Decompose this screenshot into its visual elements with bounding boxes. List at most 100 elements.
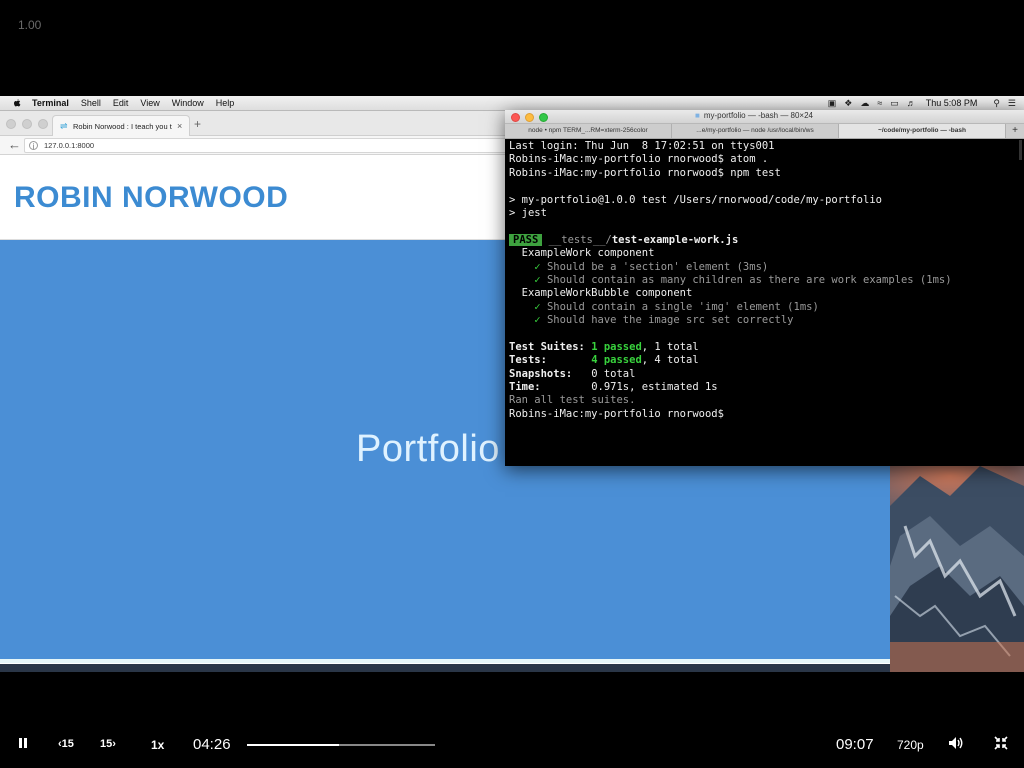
menu-bar-status-area: ▣ ❖ ☁ ≈ ▭ ♬ Thu 5:08 PM ⚲ ☰ xyxy=(820,96,1016,110)
close-tab-icon[interactable]: × xyxy=(177,121,182,131)
terminal-tab-npm[interactable]: node • npm TERM_...RM=xterm-256color xyxy=(505,124,672,138)
current-time: 04:26 xyxy=(193,736,231,753)
volume-icon[interactable] xyxy=(948,736,964,750)
test-file: test-example-work.js xyxy=(611,233,739,246)
skip-back-label: 15 xyxy=(61,738,74,750)
terminal-window-controls xyxy=(511,113,548,122)
minimize-window-icon[interactable] xyxy=(22,119,32,129)
skip-forward-button[interactable]: 15› xyxy=(100,738,116,750)
pass-badge: PASS xyxy=(509,233,543,246)
summary-label: Tests: xyxy=(509,354,592,367)
test-case: ✓ Should contain as many children as the… xyxy=(509,274,1019,287)
menu-window[interactable]: Window xyxy=(172,98,204,108)
new-terminal-tab-icon[interactable]: + xyxy=(1006,124,1024,138)
site-info-icon[interactable]: i xyxy=(29,141,38,151)
close-window-icon[interactable] xyxy=(511,113,520,122)
terminal-tab-bash[interactable]: ~/code/my-portfolio — -bash xyxy=(839,124,1006,138)
mac-menu-bar: Terminal Shell Edit View Window Help ▣ ❖… xyxy=(0,96,1024,111)
folder-icon: ■ xyxy=(695,111,700,120)
back-arrow-icon[interactable]: ← xyxy=(8,137,21,152)
browser-tab-title: Robin Norwood : I teach you t xyxy=(73,121,172,131)
exit-fullscreen-icon[interactable] xyxy=(994,736,1008,750)
airplay-icon[interactable]: ▭ xyxy=(890,98,899,109)
site-favicon-icon: ⇌ xyxy=(60,120,68,131)
playback-speed-button[interactable]: 1x xyxy=(151,738,164,752)
terminal-title-text: my-portfolio — -bash — 80×24 xyxy=(703,111,814,120)
hero-bottom-bar xyxy=(0,659,890,663)
menu-shell[interactable]: Shell xyxy=(81,98,101,108)
check-icon: ✓ xyxy=(534,260,541,273)
hero-title: Portfolio xyxy=(356,428,500,470)
volume-menu-icon[interactable]: ♬ xyxy=(907,98,916,108)
duration: 09:07 xyxy=(836,736,874,753)
test-file-result: PASS __tests__/test-example-work.js xyxy=(509,233,1019,247)
zoom-window-icon[interactable] xyxy=(539,113,548,122)
terminal-scrollbar[interactable] xyxy=(1019,140,1022,160)
summary-time: Time: 0.971s, estimated 1s xyxy=(509,381,1019,394)
terminal-line: Robins-iMac:my-portfolio rnorwood$ atom … xyxy=(509,153,769,166)
test-case: ✓ Should have the image src set correctl… xyxy=(509,314,1019,327)
test-case-text: Should be a 'section' element (3ms) xyxy=(546,260,769,273)
test-case-text: Should have the image src set correctly xyxy=(546,314,794,327)
test-case: ✓ Should be a 'section' element (3ms) xyxy=(509,261,1019,274)
quality-button[interactable]: 720p xyxy=(897,738,924,752)
menu-help[interactable]: Help xyxy=(216,98,235,108)
apple-icon[interactable] xyxy=(12,98,22,108)
new-tab-icon[interactable]: + xyxy=(194,117,201,131)
test-case: ✓ Should contain a single 'img' element … xyxy=(509,301,1019,314)
pause-icon[interactable] xyxy=(18,738,28,748)
summary-label: Test Suites: xyxy=(509,340,592,353)
summary-label: Snapshots: xyxy=(509,367,592,380)
notification-center-icon[interactable]: ☰ xyxy=(1008,98,1016,109)
skip-back-button[interactable]: ‹15 xyxy=(58,738,74,750)
terminal-window-title: ■ my-portfolio — -bash — 80×24 xyxy=(695,111,813,120)
site-name-heading[interactable]: ROBIN NORWOOD xyxy=(14,181,288,215)
terminal-line: Robins-iMac:my-portfolio rnorwood$ npm t… xyxy=(509,166,781,179)
ran-all-suites: Ran all test suites. xyxy=(509,394,636,407)
progress-bar[interactable] xyxy=(247,744,435,746)
address-bar-url: 127.0.0.1:8000 xyxy=(44,141,95,150)
terminal-window[interactable]: ■ my-portfolio — -bash — 80×24 node • npm… xyxy=(505,110,1024,466)
spotlight-search-icon[interactable]: ⚲ xyxy=(993,98,1000,109)
close-window-icon[interactable] xyxy=(6,119,16,129)
video-frame[interactable]: Terminal Shell Edit View Window Help ▣ ❖… xyxy=(0,96,1024,672)
screen-record-icon[interactable]: ▣ xyxy=(828,98,837,109)
menu-view[interactable]: View xyxy=(140,98,159,108)
terminal-output[interactable]: Last login: Thu Jun 8 17:02:51 on ttys00… xyxy=(509,140,1019,460)
menu-bar-clock[interactable]: Thu 5:08 PM xyxy=(926,98,978,108)
terminal-line: > jest xyxy=(509,206,547,219)
terminal-tab-bar: node • npm TERM_...RM=xterm-256color ...… xyxy=(505,124,1024,139)
summary-total: , 4 total xyxy=(641,354,699,367)
summary-snapshots: Snapshots: 0 total xyxy=(509,368,1019,381)
summary-label: Time: xyxy=(509,381,592,394)
test-suite-name: ExampleWorkBubble component xyxy=(509,287,693,300)
dropbox-icon[interactable]: ❖ xyxy=(844,98,852,109)
terminal-tab-ws[interactable]: ...e/my-portfolio — node /usr/local/bin/… xyxy=(672,124,839,138)
mountain-wallpaper-art xyxy=(890,466,1024,672)
cloud-icon[interactable]: ☁ xyxy=(860,98,869,109)
test-case-text: Should contain as many children as there… xyxy=(546,273,952,286)
minimize-window-icon[interactable] xyxy=(525,113,534,122)
progress-bar-fill xyxy=(247,744,339,746)
terminal-line: Last login: Thu Jun 8 17:02:51 on ttys00… xyxy=(509,140,775,152)
summary-value: 0 total xyxy=(591,367,636,380)
summary-total: , 1 total xyxy=(641,340,699,353)
summary-value: 0.971s, estimated 1s xyxy=(591,381,718,394)
zoom-window-icon[interactable] xyxy=(38,119,48,129)
summary-pass: 1 passed xyxy=(591,340,642,353)
test-case-text: Should contain a single 'img' element (1… xyxy=(546,300,819,313)
browser-tab-active[interactable]: ⇌ Robin Norwood : I teach you t × xyxy=(52,115,190,136)
wifi-icon[interactable]: ≈ xyxy=(877,98,882,108)
check-icon: ✓ xyxy=(534,314,541,327)
menu-app-terminal[interactable]: Terminal xyxy=(32,98,69,108)
check-icon: ✓ xyxy=(534,300,541,313)
browser-window-controls xyxy=(6,119,48,129)
video-player-controls: ‹15 15› 1x 04:26 09:07 720p xyxy=(0,672,1024,768)
terminal-prompt[interactable]: Robins-iMac:my-portfolio rnorwood$ xyxy=(509,408,1019,421)
summary-pass: 4 passed xyxy=(591,354,642,367)
menu-edit[interactable]: Edit xyxy=(113,98,129,108)
terminal-line: > my-portfolio@1.0.0 test /Users/rnorwoo… xyxy=(509,193,882,206)
